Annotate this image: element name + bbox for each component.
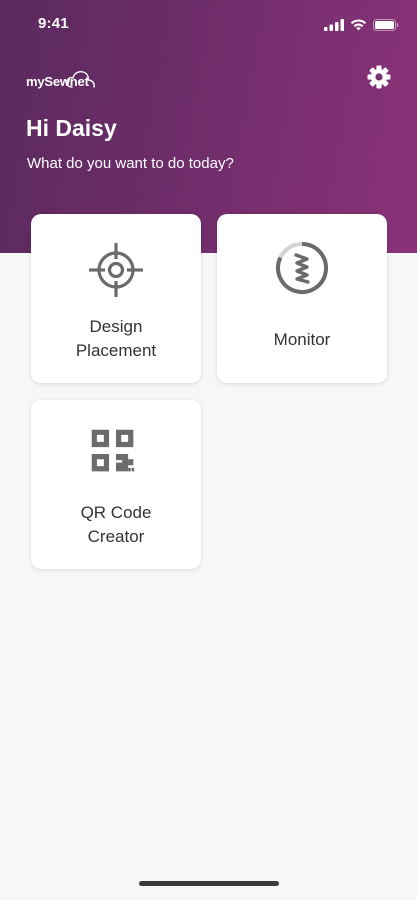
- logo-text: mySewnet: [26, 74, 89, 89]
- greeting-title: Hi Daisy: [26, 115, 117, 141]
- home-indicator[interactable]: [139, 881, 279, 886]
- settings-button[interactable]: [366, 64, 392, 90]
- qr-code-icon: [91, 429, 135, 472]
- monitor-label: Monitor: [273, 330, 331, 349]
- mysewnet-logo: mySewnet: [26, 60, 102, 96]
- design-placement-label-line1: Design: [89, 317, 143, 336]
- status-icons: [324, 19, 399, 31]
- status-bar: 9:41: [0, 0, 417, 44]
- signal-icon: [324, 19, 344, 31]
- design-placement-label: Design Placement: [31, 315, 201, 363]
- design-placement-card[interactable]: Design Placement: [31, 214, 201, 383]
- status-time: 9:41: [38, 15, 69, 32]
- qr-code-creator-label-line2: Creator: [87, 527, 145, 546]
- qr-code-creator-label: QR Code Creator: [31, 501, 201, 549]
- greeting-subtitle: What do you want to do today?: [27, 155, 234, 172]
- wifi-icon: [350, 19, 367, 31]
- gear-icon: [367, 65, 391, 89]
- qr-code-creator-label-line1: QR Code: [80, 503, 152, 522]
- crosshair-icon: [89, 243, 143, 297]
- qr-code-creator-card[interactable]: QR Code Creator: [31, 400, 201, 569]
- monitor-card[interactable]: Monitor: [217, 214, 387, 383]
- battery-icon: [373, 19, 399, 31]
- design-placement-label-line2: Placement: [75, 341, 157, 360]
- monitor-icon: [276, 242, 328, 294]
